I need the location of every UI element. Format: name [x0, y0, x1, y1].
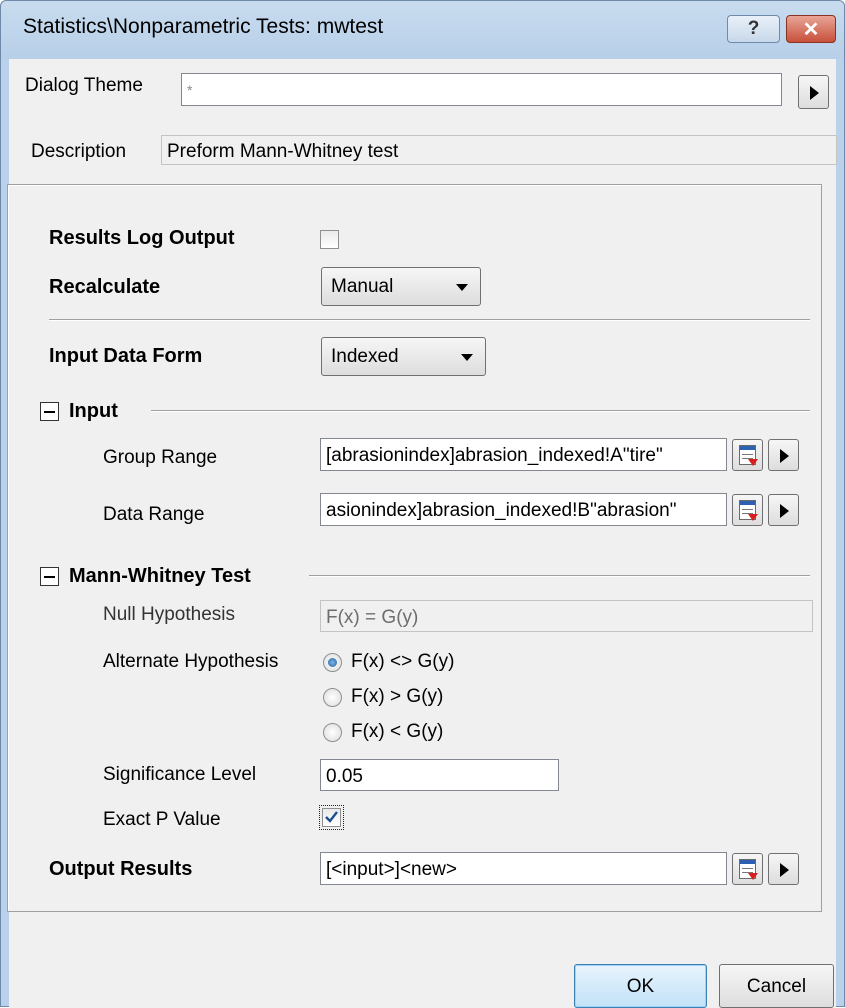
- null-hypothesis-label: Null Hypothesis: [103, 604, 235, 625]
- divider: [49, 319, 810, 321]
- close-button[interactable]: ✕: [786, 15, 836, 43]
- significance-level-label: Significance Level: [103, 764, 257, 785]
- range-select-icon: [739, 445, 758, 466]
- triangle-right-icon: [780, 449, 789, 463]
- input-section-rule: [151, 410, 810, 412]
- alt-option-2-label[interactable]: F(x) < G(y): [351, 721, 443, 743]
- test-section-label: Mann-Whitney Test: [69, 565, 251, 587]
- radio-dot: [328, 658, 337, 667]
- alt-option-0-label[interactable]: F(x) <> G(y): [351, 651, 454, 673]
- output-menu-button[interactable]: [768, 853, 799, 885]
- dialog-window: Statistics\Nonparametric Tests: mwtest ?…: [0, 0, 845, 1008]
- help-icon: ?: [747, 18, 760, 39]
- triangle-right-icon: [810, 86, 819, 100]
- dialog-theme-label: Dialog Theme: [25, 75, 143, 96]
- input-data-form-value: Indexed: [331, 346, 399, 367]
- collapse-test-icon[interactable]: [40, 567, 59, 586]
- group-range-menu-button[interactable]: [768, 439, 799, 471]
- collapse-input-icon[interactable]: [40, 402, 59, 421]
- null-hypothesis-field: F(x) = G(y): [320, 600, 813, 632]
- check-icon: [325, 811, 338, 823]
- window-title: Statistics\Nonparametric Tests: mwtest: [23, 15, 384, 38]
- dialog-body: Dialog Theme * Description Preform Mann-…: [7, 59, 837, 1008]
- alt-radio-1[interactable]: [323, 688, 342, 707]
- ok-button[interactable]: OK: [574, 964, 707, 1008]
- triangle-right-icon: [780, 504, 789, 518]
- results-log-label: Results Log Output: [49, 227, 235, 249]
- exact-p-value-label: Exact P Value: [103, 809, 221, 830]
- group-range-input[interactable]: [abrasionindex]abrasion_indexed!A"tire": [320, 438, 727, 471]
- group-range-label: Group Range: [103, 447, 218, 468]
- help-button[interactable]: ?: [727, 15, 780, 43]
- results-log-checkbox[interactable]: [320, 230, 339, 249]
- exact-p-value-checkbox[interactable]: [322, 808, 341, 827]
- input-data-form-label: Input Data Form: [49, 345, 203, 367]
- range-select-icon: [739, 859, 758, 880]
- test-section-rule: [309, 575, 810, 577]
- range-select-icon: [739, 500, 758, 521]
- description-field: Preform Mann-Whitney test: [161, 135, 837, 165]
- recalculate-label: Recalculate: [49, 276, 161, 298]
- alternate-hypothesis-label: Alternate Hypothesis: [103, 651, 279, 672]
- dialog-theme-field[interactable]: *: [181, 73, 782, 106]
- triangle-right-icon: [780, 863, 789, 877]
- cancel-button[interactable]: Cancel: [719, 964, 834, 1008]
- data-range-label: Data Range: [103, 504, 205, 525]
- recalculate-dropdown[interactable]: Manual: [321, 267, 481, 306]
- title-bar[interactable]: Statistics\Nonparametric Tests: mwtest ?…: [1, 1, 844, 59]
- significance-level-input[interactable]: 0.05: [320, 759, 559, 791]
- chevron-down-icon: [461, 354, 473, 361]
- output-results-input[interactable]: [<input>]<new>: [320, 852, 727, 885]
- data-range-select-button[interactable]: [732, 494, 763, 526]
- data-range-input[interactable]: asionindex]abrasion_indexed!B"abrasion": [320, 493, 727, 526]
- alt-radio-2[interactable]: [323, 723, 342, 742]
- group-range-select-button[interactable]: [732, 439, 763, 471]
- input-section-label: Input: [69, 400, 118, 422]
- theme-menu-button[interactable]: [798, 75, 829, 109]
- input-data-form-dropdown[interactable]: Indexed: [321, 337, 486, 376]
- output-results-label: Output Results: [49, 858, 193, 880]
- output-range-select-button[interactable]: [732, 853, 763, 885]
- recalculate-value: Manual: [331, 276, 394, 297]
- description-label: Description: [31, 141, 127, 162]
- close-icon: ✕: [802, 19, 820, 41]
- alt-option-1-label[interactable]: F(x) > G(y): [351, 686, 443, 708]
- alt-radio-0[interactable]: [323, 653, 342, 672]
- data-range-menu-button[interactable]: [768, 494, 799, 526]
- chevron-down-icon: [456, 284, 468, 291]
